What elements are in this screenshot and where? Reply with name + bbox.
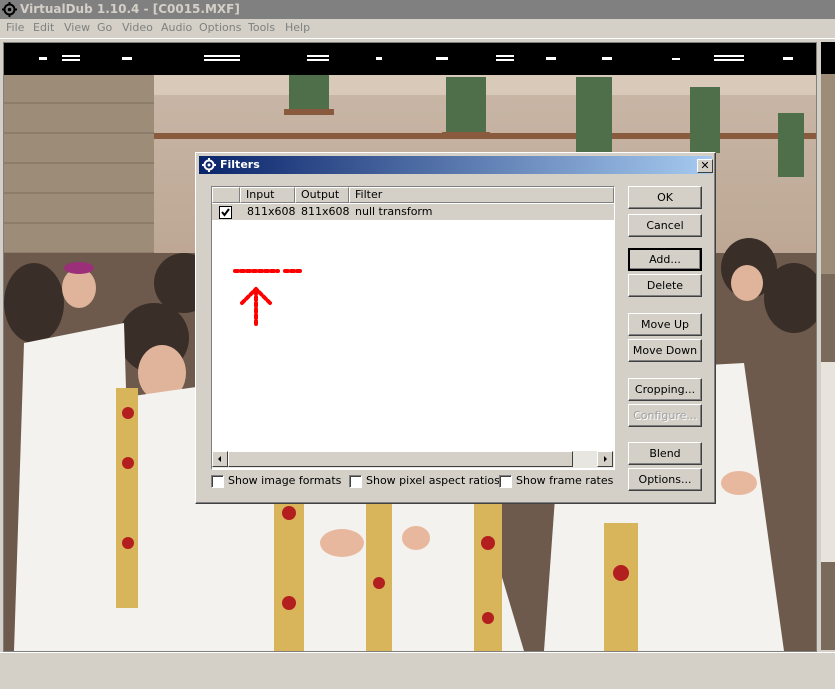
triangle-right-icon	[604, 456, 607, 462]
output-frame-image	[821, 42, 835, 650]
menu-view[interactable]: View	[64, 21, 90, 35]
row-filter-name: null transform	[355, 205, 433, 218]
move-up-button[interactable]: Move Up	[628, 313, 702, 336]
menu-audio[interactable]: Audio	[161, 21, 192, 35]
configure-button[interactable]: Configure...	[628, 404, 702, 427]
menu-file[interactable]: File	[6, 21, 24, 35]
cropping-button[interactable]: Cropping...	[628, 378, 702, 401]
table-row[interactable]: 811x608 811x608 null transform	[212, 204, 614, 220]
triangle-left-icon	[218, 456, 221, 462]
close-button[interactable]: ✕	[697, 159, 713, 173]
status-bar	[0, 652, 835, 689]
menu-options[interactable]: Options	[199, 21, 241, 35]
checkbox-label: Show pixel aspect ratios	[366, 474, 500, 487]
column-header-enabled[interactable]	[212, 187, 240, 203]
virtualdub-app-icon	[2, 2, 17, 17]
menu-go[interactable]: Go	[97, 21, 112, 35]
menu-edit[interactable]: Edit	[33, 21, 54, 35]
ok-button[interactable]: OK	[628, 186, 702, 209]
row-output: 811x608	[301, 205, 350, 218]
filter-enabled-checkbox[interactable]	[219, 206, 232, 219]
blend-button[interactable]: Blend	[628, 442, 702, 465]
move-down-button[interactable]: Move Down	[628, 339, 702, 362]
close-icon: ✕	[700, 159, 710, 172]
menu-help[interactable]: Help	[285, 21, 310, 35]
scroll-thumb[interactable]	[228, 451, 573, 467]
filter-list[interactable]: Input Output Filter 811x608 811x608 null…	[211, 186, 615, 470]
filters-icon	[202, 158, 216, 172]
dialog-title: Filters	[220, 158, 260, 171]
delete-filter-button[interactable]: Delete	[628, 274, 702, 297]
menu-tools[interactable]: Tools	[248, 21, 275, 35]
scroll-left-button[interactable]	[212, 451, 228, 467]
checkbox-box[interactable]	[499, 475, 512, 488]
options-button[interactable]: Options...	[628, 468, 702, 491]
menu-video[interactable]: Video	[122, 21, 153, 35]
list-header: Input Output Filter	[212, 187, 614, 203]
column-header-input[interactable]: Input	[240, 187, 295, 203]
scroll-right-button[interactable]	[597, 451, 613, 467]
column-header-output[interactable]: Output	[295, 187, 349, 203]
checkmark-icon	[221, 208, 230, 217]
filters-dialog: Filters ✕ Input Output Filter 811x608 81…	[195, 152, 716, 504]
window-title: VirtualDub 1.10.4 - [C0015.MXF]	[20, 2, 240, 16]
checkbox-label: Show frame rates	[516, 474, 614, 487]
output-video-pane	[821, 42, 835, 650]
checkbox-label: Show image formats	[228, 474, 342, 487]
checkbox-box[interactable]	[211, 475, 224, 488]
menu-bar: File Edit View Go Video Audio Options To…	[0, 19, 835, 39]
red-arrow-annotation	[233, 269, 302, 329]
add-filter-button[interactable]: Add...	[628, 248, 702, 271]
dialog-title-bar[interactable]: Filters ✕	[199, 156, 713, 174]
window-title-bar[interactable]: VirtualDub 1.10.4 - [C0015.MXF]	[0, 0, 835, 19]
cancel-button[interactable]: Cancel	[628, 214, 702, 237]
horizontal-scrollbar[interactable]	[212, 451, 614, 468]
checkbox-box[interactable]	[349, 475, 362, 488]
row-input: 811x608	[247, 205, 296, 218]
column-header-filter[interactable]: Filter	[349, 187, 614, 203]
